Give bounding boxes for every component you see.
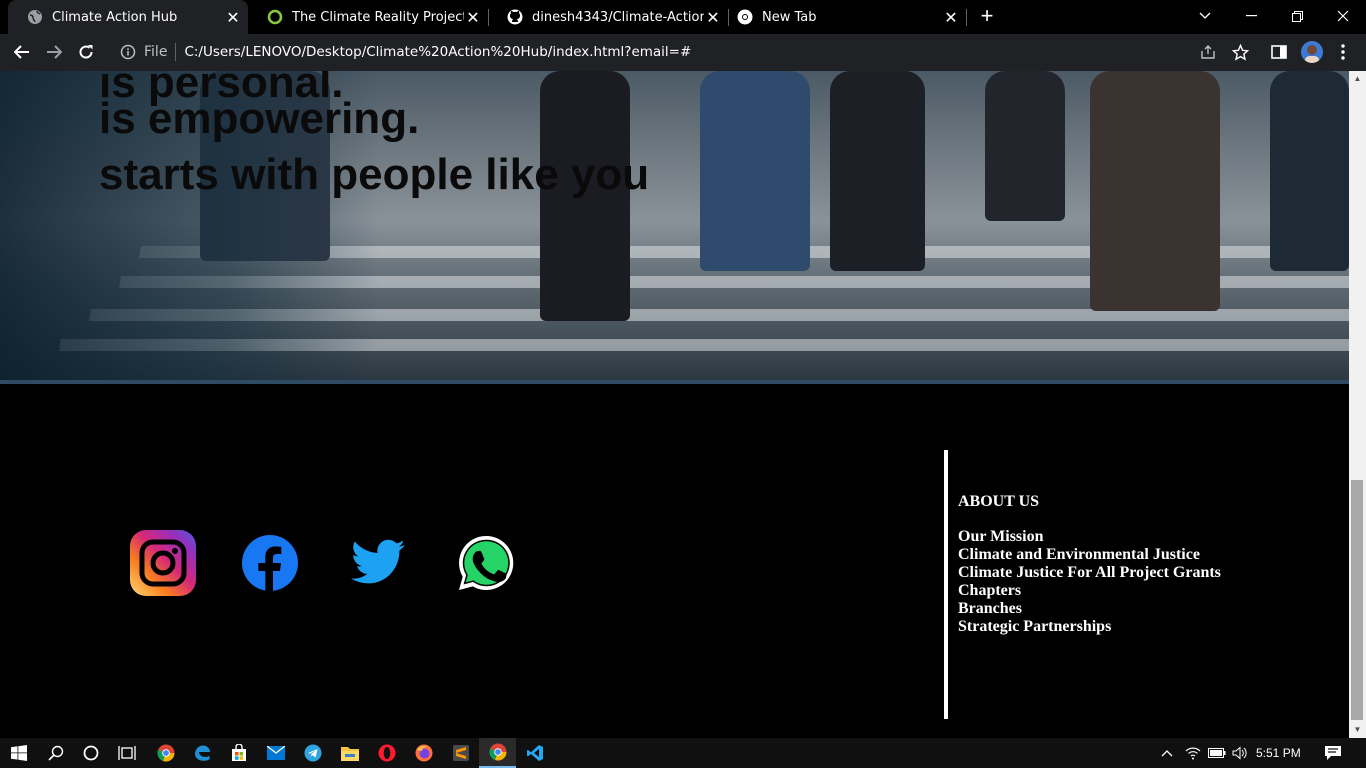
whatsapp-link[interactable] — [456, 529, 516, 598]
instagram-link[interactable] — [129, 529, 197, 602]
twitter-link[interactable] — [351, 529, 405, 590]
scroll-down-arrow-icon[interactable]: ▼ — [1349, 724, 1366, 736]
task-view-icon[interactable] — [108, 738, 145, 768]
cortana-icon[interactable] — [72, 738, 109, 768]
scheme-label: File — [144, 44, 168, 60]
about-link-strategic-partnerships[interactable]: Strategic Partnerships — [958, 618, 1221, 636]
mail-icon[interactable] — [257, 738, 294, 768]
telegram-icon[interactable] — [294, 738, 331, 768]
browser-toolbar: File C:/Users/LENOVO/Desktop/Climate%20A… — [0, 34, 1366, 71]
tab-separator — [966, 9, 967, 26]
back-arrow-icon[interactable] — [8, 38, 36, 66]
reload-icon[interactable] — [72, 38, 100, 66]
tab-search-icon[interactable] — [1182, 0, 1228, 32]
tab-title: The Climate Reality Project — [292, 9, 464, 25]
about-us-heading: ABOUT US — [958, 493, 1040, 510]
about-link-our-mission[interactable]: Our Mission — [958, 528, 1221, 546]
tab-new-tab[interactable]: New Tab ✕ — [718, 0, 966, 34]
tab-strip: Climate Action Hub ✕ The Climate Reality… — [0, 0, 1366, 34]
opera-icon[interactable] — [368, 738, 405, 768]
notification-center-icon[interactable] — [1322, 745, 1344, 761]
hero-line-2: is empowering. — [99, 94, 420, 143]
globe-icon — [28, 10, 42, 24]
facebook-link[interactable] — [241, 529, 299, 597]
scrollbar-thumb[interactable] — [1351, 480, 1363, 720]
forward-arrow-icon[interactable] — [40, 38, 68, 66]
scroll-up-arrow-icon[interactable]: ▲ — [1349, 73, 1366, 85]
tab-climate-action-hub[interactable]: Climate Action Hub ✕ — [8, 0, 248, 34]
hero-line-3: starts with people like you — [99, 150, 650, 199]
whatsapp-icon — [459, 535, 514, 590]
github-icon — [507, 9, 523, 25]
minimize-icon[interactable] — [1228, 0, 1274, 32]
share-icon[interactable] — [1198, 42, 1218, 62]
about-divider — [944, 450, 948, 719]
chrome-icon[interactable] — [147, 738, 184, 768]
search-icon[interactable] — [37, 738, 74, 768]
windows-taskbar: 5:51 PM — [0, 738, 1366, 768]
twitter-icon — [351, 539, 405, 584]
tab-climate-reality-project[interactable]: The Climate Reality Project ✕ — [248, 0, 488, 34]
close-window-icon[interactable] — [1320, 0, 1366, 32]
address-divider — [175, 43, 177, 61]
windows-start-icon[interactable] — [0, 738, 37, 768]
about-link-branches[interactable]: Branches — [958, 600, 1221, 618]
tab-title: New Tab — [762, 9, 817, 25]
close-tab-icon[interactable]: ✕ — [942, 8, 960, 27]
firefox-icon[interactable] — [405, 738, 442, 768]
sublime-text-icon[interactable] — [442, 738, 479, 768]
close-tab-icon[interactable]: ✕ — [224, 8, 242, 27]
instagram-icon — [130, 530, 196, 596]
about-link-climate-environmental-justice[interactable]: Climate and Environmental Justice — [958, 546, 1221, 564]
volume-icon[interactable] — [1230, 745, 1250, 761]
store-icon[interactable] — [220, 738, 257, 768]
page-viewport: is personal. is empowering. starts with … — [0, 71, 1349, 738]
edge-icon[interactable] — [183, 738, 220, 768]
bookmark-star-icon[interactable] — [1230, 42, 1250, 62]
new-tab-button[interactable]: + — [976, 5, 998, 28]
pedestrian — [985, 71, 1065, 221]
about-us-section: ABOUT US Our Mission Climate and Environ… — [958, 492, 1221, 636]
chrome-active-icon[interactable] — [479, 738, 516, 768]
info-icon[interactable] — [120, 44, 136, 60]
ring-icon — [267, 9, 283, 25]
wifi-icon[interactable] — [1183, 745, 1203, 761]
tray-overflow-chevron-icon[interactable] — [1158, 745, 1176, 761]
tab-github-repo[interactable]: dinesh4343/Climate-Action-Hub ✕ — [488, 0, 728, 34]
pedestrian — [830, 71, 925, 271]
about-us-links: Our Mission Climate and Environmental Ju… — [958, 528, 1221, 636]
chrome-icon — [737, 9, 753, 25]
restore-icon[interactable] — [1274, 0, 1320, 32]
hero-border — [0, 380, 1349, 384]
battery-icon[interactable] — [1207, 745, 1227, 761]
taskbar-clock[interactable]: 5:51 PM — [1256, 746, 1301, 760]
about-link-chapters[interactable]: Chapters — [958, 582, 1221, 600]
menu-kebab-icon[interactable] — [1333, 42, 1353, 62]
hero-banner: is personal. is empowering. starts with … — [0, 71, 1349, 384]
tab-title: Climate Action Hub — [52, 9, 178, 25]
side-panel-icon[interactable] — [1269, 42, 1289, 62]
pedestrian — [1270, 71, 1349, 271]
vscode-icon[interactable] — [516, 738, 553, 768]
facebook-icon — [242, 535, 298, 592]
close-tab-icon[interactable]: ✕ — [464, 8, 482, 27]
address-bar[interactable]: File C:/Users/LENOVO/Desktop/Climate%20A… — [108, 38, 1258, 66]
pedestrian — [700, 71, 810, 271]
profile-avatar[interactable] — [1301, 41, 1323, 63]
pedestrian — [1090, 71, 1220, 311]
file-explorer-icon[interactable] — [331, 738, 368, 768]
address-url[interactable]: C:/Users/LENOVO/Desktop/Climate%20Action… — [184, 44, 691, 60]
tab-title: dinesh4343/Climate-Action-Hub — [532, 9, 704, 25]
about-link-project-grants[interactable]: Climate Justice For All Project Grants — [958, 564, 1221, 582]
